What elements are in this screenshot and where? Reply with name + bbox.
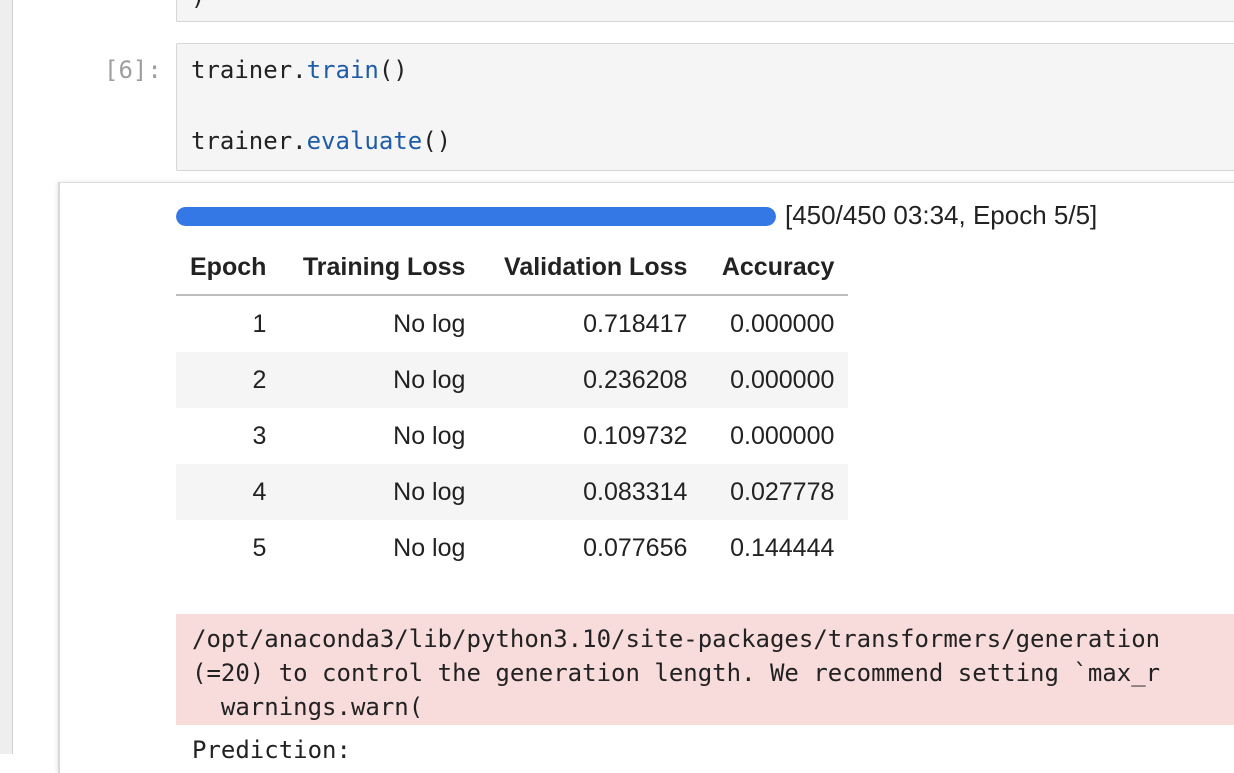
column-header-accuracy: Accuracy [701,240,849,296]
code-object: trainer. [191,56,307,84]
training-progress-fill [176,207,776,226]
cell-accuracy: 0.144444 [730,533,835,562]
cell-training-loss: No log [393,533,466,562]
cell-accuracy: 0.000000 [730,309,835,338]
table-row: 1 No log 0.718417 0.000000 [176,295,848,352]
cell-validation-loss: 0.718417 [583,309,688,338]
code-object: trainer. [191,127,307,155]
cell-epoch: 5 [252,533,267,562]
column-header-training-loss: Training Loss [280,240,480,296]
table-row: 3 No log 0.109732 0.000000 [176,408,848,464]
code-line-evaluate: trainer.evaluate() [191,127,451,155]
cell-epoch: 1 [252,309,267,338]
notebook-gutter-border [12,0,13,754]
table-row: 4 No log 0.083314 0.027778 [176,464,849,520]
table-row: 2 No log 0.236208 0.000000 [176,352,849,408]
cell-validation-loss: 0.109732 [583,421,688,450]
code-line-train: trainer.train() [191,56,408,84]
cell-training-loss: No log [393,309,466,338]
table-header-row: Epoch Training Loss Validation Loss Accu… [176,240,849,296]
code-cell-input[interactable]: trainer.train() trainer.evaluate() [176,43,1234,171]
cell-execution-prompt: [6]: [104,56,162,84]
stderr-warning-output: /opt/anaconda3/lib/python3.10/site-packa… [176,614,1234,725]
cell-validation-loss: 0.083314 [479,464,702,520]
cell-validation-loss: 0.236208 [479,352,702,408]
cell-training-loss: No log [393,421,466,450]
code-args: () [422,127,452,155]
stdout-prediction-line: Prediction: [192,736,351,764]
training-progress-label: [450/450 03:34, Epoch 5/5] [785,200,1098,230]
cell-accuracy: 0.000000 [701,352,849,408]
stderr-line: /opt/anaconda3/lib/python3.10/site-packa… [192,625,1161,653]
column-header-validation-loss: Validation Loss [479,240,702,296]
cell-accuracy: 0.000000 [730,421,835,450]
previous-cell-input[interactable]: ) [176,0,1234,22]
cell-epoch: 2 [176,352,281,408]
cell-epoch: 4 [176,464,281,520]
cell-epoch: 3 [252,421,267,450]
table-row: 5 No log 0.077656 0.144444 [176,520,848,576]
code-method: evaluate [306,127,423,155]
previous-cell-code-tail: ) [191,0,205,11]
training-progress-bar [176,207,776,226]
cell-accuracy: 0.027778 [701,464,849,520]
code-method: train [306,56,379,84]
cell-training-loss: No log [280,352,480,408]
stderr-line: (=20) to control the generation length. … [192,659,1161,687]
notebook-left-gutter [0,0,12,754]
stderr-line: warnings.warn( [192,693,424,721]
column-header-epoch: Epoch [176,240,281,296]
cell-training-loss: No log [280,464,480,520]
cell-validation-loss: 0.077656 [583,533,688,562]
code-args: () [378,56,408,84]
training-metrics-table: Epoch Training Loss Validation Loss Accu… [176,240,849,576]
